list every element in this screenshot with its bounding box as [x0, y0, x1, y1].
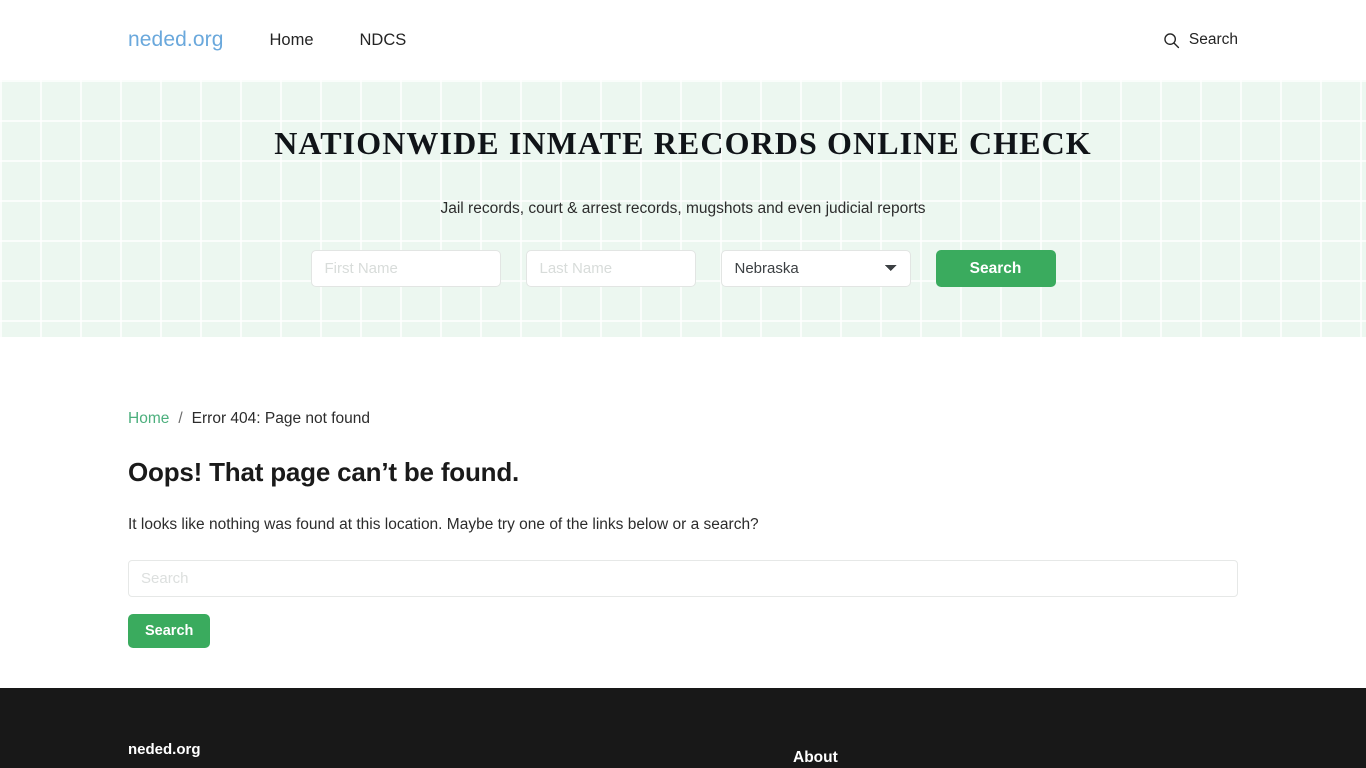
footer-brand: neded.org: [128, 741, 201, 758]
hero-section: NATIONWIDE INMATE RECORDS ONLINE CHECK J…: [0, 80, 1366, 337]
breadcrumb-current: Error 404: Page not found: [191, 410, 371, 427]
search-icon: [1163, 32, 1180, 49]
hero-title: NATIONWIDE INMATE RECORDS ONLINE CHECK: [274, 125, 1092, 161]
main-navigation: Home NDCS: [269, 31, 406, 50]
breadcrumb-separator: /: [178, 410, 183, 427]
breadcrumb: Home / Error 404: Page not found: [128, 337, 1238, 428]
header-search-label: Search: [1188, 31, 1238, 48]
hero-search-button[interactable]: Search: [935, 250, 1056, 288]
nav-item-home[interactable]: Home: [269, 31, 313, 50]
search-submit-button[interactable]: Search: [128, 614, 211, 648]
footer-about-heading: About: [793, 749, 838, 766]
search-input[interactable]: [128, 560, 1238, 597]
site-logo[interactable]: neded.org: [128, 28, 223, 52]
hero-subtitle: Jail records, court & arrest records, mu…: [440, 200, 926, 218]
state-select[interactable]: Nebraska: [720, 250, 911, 288]
site-footer: neded.org About: [0, 688, 1366, 768]
first-name-input[interactable]: [310, 250, 501, 288]
breadcrumb-home-link[interactable]: Home: [128, 410, 169, 428]
page-description: It looks like nothing was found at this …: [128, 516, 759, 533]
nav-item-ndcs[interactable]: NDCS: [360, 31, 407, 50]
page-title: Oops! That page can’t be found.: [128, 457, 520, 487]
site-header: neded.org Home NDCS Search: [0, 0, 1366, 80]
header-search-toggle[interactable]: Search: [1163, 31, 1238, 49]
inmate-search-form: Nebraska Search: [310, 250, 1056, 288]
main-content: Home / Error 404: Page not found Oops! T…: [0, 337, 1366, 688]
last-name-input[interactable]: [525, 250, 696, 288]
